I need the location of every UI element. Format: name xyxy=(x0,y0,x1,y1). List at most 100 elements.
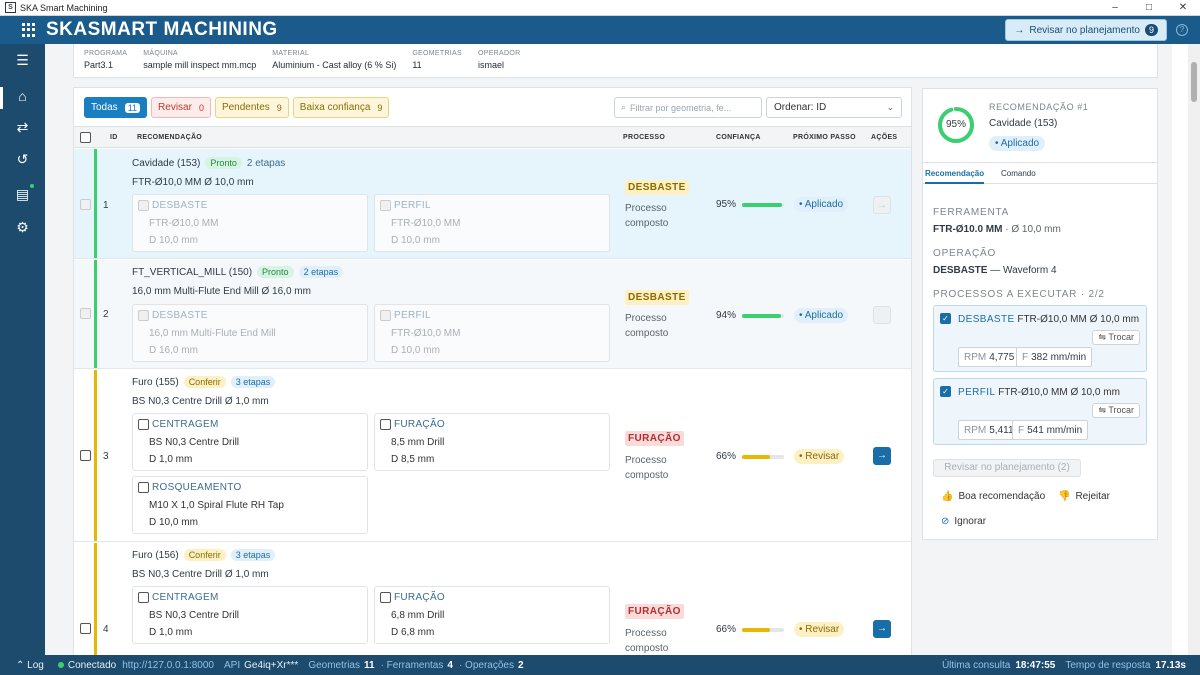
process-tag: DESBASTE xyxy=(625,290,689,305)
process-card: ROSQUEAMENTO M10 X 1,0 Spiral Flute RH T… xyxy=(132,476,368,534)
feed-field[interactable]: F 382 mm/min xyxy=(1016,347,1093,367)
review-in-planning-disabled-button[interactable]: Revisar no planejamento (2) xyxy=(933,459,1081,477)
row-checkbox[interactable] xyxy=(80,623,91,634)
confidence-value: 66% xyxy=(716,451,737,462)
menu-icon[interactable]: ☰ xyxy=(14,52,31,69)
tab-recommendation[interactable]: Recomendação xyxy=(925,169,985,184)
row-checkbox[interactable] xyxy=(80,199,91,210)
reject-button[interactable]: 👎 Rejeitar xyxy=(1058,491,1110,502)
home-icon[interactable]: ⌂ xyxy=(14,88,31,105)
search-input[interactable]: ⌕ Filtrar por geometria, fe... xyxy=(614,97,762,118)
card-checkbox[interactable] xyxy=(380,200,391,211)
card-name: FURAÇÃO xyxy=(394,419,445,430)
geometries-label: Geometrias xyxy=(308,659,360,671)
window-title: SKA Smart Machining xyxy=(20,2,108,13)
table-row[interactable]: 2 FT_VERTICAL_MILL (150) Pronto 2 etapas 1… xyxy=(74,260,911,369)
info-label: GEOMETRIAS xyxy=(412,50,462,57)
select-all-checkbox[interactable] xyxy=(80,132,91,143)
row-id: 1 xyxy=(103,200,109,211)
card-tool: M10 X 1,0 Spiral Flute RH Tap xyxy=(149,500,284,511)
process-checkbox[interactable]: ✓ xyxy=(940,313,951,324)
card-checkbox[interactable] xyxy=(138,310,149,321)
feed-field[interactable]: F 541 mm/min xyxy=(1012,420,1089,440)
history-icon[interactable]: ↺ xyxy=(14,151,31,168)
filter-count: 9 xyxy=(276,102,282,113)
confidence-fill xyxy=(742,627,770,632)
tool-name: FTR-Ø10.0 MM xyxy=(933,224,1003,235)
filter-all[interactable]: Todas 11 xyxy=(84,97,148,118)
state-badge: • Aplicado xyxy=(989,136,1046,151)
card-tool: BS N0,3 Centre Drill xyxy=(149,610,240,621)
connected-dot xyxy=(57,661,64,668)
swap-button[interactable]: ⇋ Trocar xyxy=(1092,330,1140,345)
card-checkbox[interactable] xyxy=(380,419,391,430)
filter-low-confidence[interactable]: Baixa confiança 9 xyxy=(292,97,390,118)
swap-button[interactable]: ⇋ Trocar xyxy=(1092,403,1140,418)
header-recommendation: RECOMENDAÇÃO xyxy=(137,134,203,141)
process-card: DESBASTE FTR-Ø10,0 MM D 10,0 mm xyxy=(132,194,368,252)
action-button[interactable]: → xyxy=(873,196,891,214)
next-step-label: Aplicado xyxy=(804,199,844,210)
card-dim: D 16,0 mm xyxy=(149,345,198,356)
process-card: FURAÇÃO 6,8 mm Drill D 6,8 mm xyxy=(374,586,610,644)
process-tool: FTR-Ø10,0 MM xyxy=(998,387,1068,398)
info-label: MATERIAL xyxy=(272,50,310,57)
tab-command[interactable]: Comando xyxy=(1001,169,1036,178)
settings-icon[interactable]: ⚙ xyxy=(14,219,31,236)
action-button[interactable]: → xyxy=(873,447,891,465)
order-select[interactable]: Ordenar: ID ⌄ xyxy=(766,97,902,118)
log-toggle[interactable]: ⌃ Log xyxy=(16,660,44,671)
filter-review[interactable]: Revisar 0 xyxy=(151,97,211,118)
operation-section-label: OPERAÇÃO xyxy=(933,248,997,259)
good-recommendation-button[interactable]: 👍 Boa recomendação xyxy=(941,491,1045,502)
process-card: DESBASTE 16,0 mm Multi-Flute End Mill D … xyxy=(132,304,368,362)
card-checkbox[interactable] xyxy=(138,419,149,430)
row-checkbox[interactable] xyxy=(80,308,91,319)
review-in-planning-button[interactable]: → Revisar no planejamento 9 xyxy=(1005,19,1167,41)
ignore-label: Ignorar xyxy=(954,516,987,527)
machine-value: sample mill inspect mm.mcp xyxy=(143,60,257,70)
recommendation-detail: 95% RECOMENDAÇÃO #1 Cavidade (153) • Apl… xyxy=(922,88,1158,540)
process-card: CENTRAGEM BS N0,3 Centre Drill D 1,0 mm xyxy=(132,413,368,471)
review-label: Revisar no planejamento xyxy=(1029,24,1140,36)
card-checkbox[interactable] xyxy=(380,310,391,321)
card-name: PERFIL xyxy=(394,200,431,211)
review-count-badge: 9 xyxy=(1144,24,1158,36)
order-label: Ordenar: ID xyxy=(774,102,827,113)
library-icon[interactable]: ▤ xyxy=(14,186,31,203)
minimize-button[interactable]: – xyxy=(1098,0,1132,16)
close-button[interactable]: ✕ xyxy=(1166,0,1200,16)
workflow-icon[interactable]: ⇄ xyxy=(14,119,31,136)
row-id: 3 xyxy=(103,451,109,462)
row-tool-dim: Ø 10,0 mm xyxy=(204,177,254,188)
geometries-value: 11 xyxy=(412,60,422,70)
arrow-right-icon: → xyxy=(1014,24,1025,36)
maximize-button[interactable]: □ xyxy=(1132,0,1166,16)
card-dim: D 1,0 mm xyxy=(149,627,193,638)
ignore-button[interactable]: ⊘ Ignorar xyxy=(941,516,986,527)
action-button[interactable] xyxy=(873,306,891,324)
action-button[interactable]: → xyxy=(873,620,891,638)
rpm-field[interactable]: RPM 5,411 xyxy=(958,420,1020,440)
scrollbar[interactable] xyxy=(1188,44,1200,655)
rpm-value: 4,775 xyxy=(989,351,1015,363)
card-checkbox[interactable] xyxy=(380,592,391,603)
rpm-field[interactable]: RPM 4,775 xyxy=(958,347,1021,367)
row-id: 2 xyxy=(103,309,109,320)
card-checkbox[interactable] xyxy=(138,482,149,493)
card-checkbox[interactable] xyxy=(138,592,149,603)
table-row[interactable]: 3 Furo (155) Conferir 3 etapas BS N0,3 Cen… xyxy=(74,370,911,542)
filter-label: Pendentes xyxy=(221,102,270,113)
row-checkbox[interactable] xyxy=(80,450,91,461)
filter-pending[interactable]: Pendentes 9 xyxy=(214,97,289,118)
info-label: PROGRAMA xyxy=(84,50,128,57)
table-row[interactable]: 4 Furo (156) Conferir 3 etapas BS N0,3 Cen… xyxy=(74,543,911,656)
process-checkbox[interactable]: ✓ xyxy=(940,386,951,397)
card-checkbox[interactable] xyxy=(138,200,149,211)
help-icon[interactable]: ? xyxy=(1176,24,1188,36)
table-row[interactable]: 1 Cavidade (153) Pronto 2 etapas FTR-Ø10,0… xyxy=(74,149,911,259)
status-bar xyxy=(94,260,97,368)
row-tool-dim: Ø 1,0 mm xyxy=(224,569,269,580)
apps-grid-icon[interactable] xyxy=(22,23,36,37)
filter-count: 9 xyxy=(377,102,383,113)
